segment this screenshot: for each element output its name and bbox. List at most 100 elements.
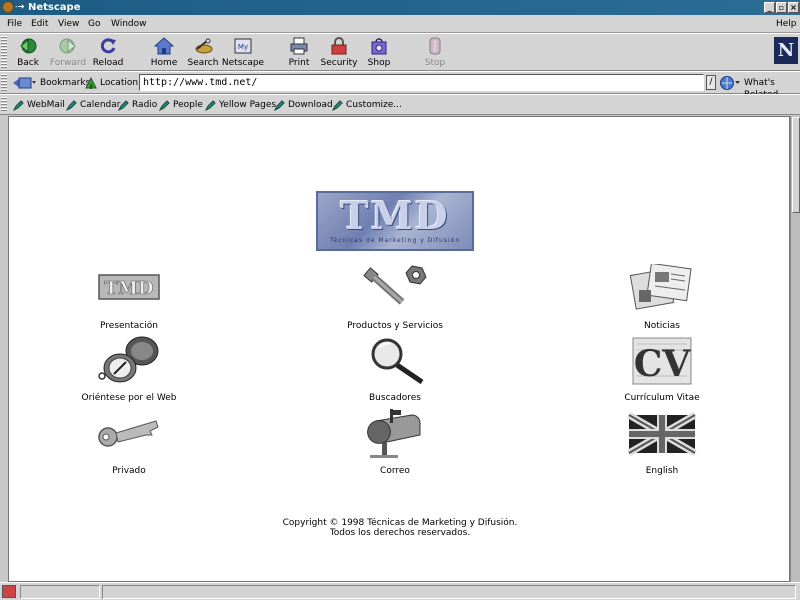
link-buscadores-label[interactable]: Buscadores bbox=[315, 392, 475, 404]
link-english-label[interactable]: English bbox=[582, 465, 742, 477]
bookmark-pen-icon bbox=[13, 100, 24, 111]
netscape-throbber-logo[interactable]: N bbox=[774, 37, 798, 64]
menu-window[interactable]: Window bbox=[111, 18, 147, 30]
compass-icon bbox=[98, 336, 159, 383]
menu-help[interactable]: Help bbox=[776, 18, 797, 30]
location-label: Location: bbox=[100, 78, 142, 88]
window-title: Netscape bbox=[28, 2, 81, 13]
link-presentacion-label[interactable]: Presentación bbox=[49, 320, 209, 332]
navigation-toolbar: Back Forward Reload Home Search My Netsc… bbox=[0, 33, 800, 71]
copyright-line-2: Todos los derechos reservados. bbox=[329, 528, 471, 538]
home-icon bbox=[154, 37, 174, 55]
personal-item-label: WebMail bbox=[27, 100, 65, 110]
reload-label: Reload bbox=[92, 58, 124, 68]
mailbox-icon bbox=[367, 409, 421, 458]
shop-label: Shop bbox=[367, 58, 391, 68]
link-privado-label[interactable]: Privado bbox=[49, 465, 209, 477]
link-orientese-web-label[interactable]: Oriéntese por el Web bbox=[49, 392, 209, 404]
netscape-icon: My bbox=[234, 38, 252, 54]
security-label: Security bbox=[320, 58, 358, 68]
print-label: Print bbox=[288, 58, 310, 68]
menu-go[interactable]: Go bbox=[88, 18, 100, 30]
netscape-label: Netscape bbox=[221, 58, 265, 68]
reload-button[interactable]: Reload bbox=[86, 36, 130, 70]
personal-item-calendar[interactable]: Calendar bbox=[66, 99, 120, 112]
personal-item-label: Customize... bbox=[346, 100, 402, 110]
copyright-notice: Copyright © 1998 Técnicas de Marketing y… bbox=[240, 518, 560, 538]
security-status-icon[interactable] bbox=[2, 585, 16, 598]
url-dropdown-button[interactable]: / bbox=[706, 75, 716, 90]
scrollbar-thumb[interactable] bbox=[792, 117, 800, 213]
personal-item-customize[interactable]: Customize... bbox=[332, 99, 402, 112]
back-button[interactable]: Back bbox=[6, 36, 50, 70]
bookmark-pen-icon bbox=[66, 100, 77, 111]
magnifying-glass-icon bbox=[371, 338, 424, 385]
bolt-and-nut-icon bbox=[363, 265, 427, 305]
key-icon bbox=[98, 420, 159, 447]
bookmark-pen-icon bbox=[332, 100, 343, 111]
stop-label: Stop bbox=[424, 58, 446, 68]
menu-edit[interactable]: Edit bbox=[31, 18, 48, 30]
location-toolbar-grip[interactable] bbox=[1, 74, 7, 91]
minimize-button[interactable]: _ bbox=[764, 2, 775, 13]
status-text-panel bbox=[102, 585, 796, 599]
window-menu-icon[interactable] bbox=[2, 1, 14, 13]
link-productos-servicios-label[interactable]: Productos y Servicios bbox=[315, 320, 475, 332]
page-content: TMD Técnicas de Marketing y Difusión TMD… bbox=[8, 116, 790, 582]
shop-button[interactable]: Shop bbox=[357, 36, 401, 70]
bookmark-pen-icon bbox=[118, 100, 129, 111]
url-input[interactable]: http://www.tmd.net/ bbox=[139, 74, 704, 91]
svg-text:CV: CV bbox=[634, 343, 692, 385]
forward-button[interactable]: Forward bbox=[46, 36, 90, 70]
personal-item-label: Calendar bbox=[80, 100, 121, 110]
netscape-logo-letter: N bbox=[777, 40, 795, 61]
stop-button[interactable]: Stop bbox=[413, 36, 457, 70]
link-curriculum-vitae-label[interactable]: Currículum Vitae bbox=[582, 392, 742, 404]
location-toolbar: Bookmarks Location: http://www.tmd.net/ … bbox=[0, 71, 800, 100]
personal-item-yellow-pages[interactable]: Yellow Pages bbox=[205, 99, 276, 112]
personal-item-people[interactable]: People bbox=[159, 99, 203, 112]
reload-icon bbox=[100, 38, 116, 54]
bookmark-pen-icon bbox=[159, 100, 170, 111]
shop-icon bbox=[371, 38, 387, 55]
personal-toolbar-grip[interactable] bbox=[1, 97, 7, 112]
print-button[interactable]: Print bbox=[277, 36, 321, 70]
newspapers-icon bbox=[629, 264, 692, 310]
menu-file[interactable]: File bbox=[7, 18, 22, 30]
tmd-small-logo-icon: TMD bbox=[98, 274, 160, 300]
personal-item-label: Download bbox=[288, 100, 333, 110]
vertical-scrollbar[interactable] bbox=[790, 116, 800, 582]
tmd-logo: TMD Técnicas de Marketing y Difusión bbox=[316, 191, 474, 251]
search-icon bbox=[195, 38, 213, 54]
link-correo-label[interactable]: Correo bbox=[315, 465, 475, 477]
maximize-button[interactable]: ▫ bbox=[776, 2, 787, 13]
progress-panel bbox=[20, 585, 100, 599]
page-proxy-icon[interactable] bbox=[84, 76, 98, 90]
bookmark-pen-icon bbox=[274, 100, 285, 111]
link-noticias-label[interactable]: Noticias bbox=[582, 320, 742, 332]
bookmark-pen-icon bbox=[205, 100, 216, 111]
personal-item-radio[interactable]: Radio bbox=[118, 99, 157, 112]
menu-view[interactable]: View bbox=[58, 18, 79, 30]
personal-item-webmail[interactable]: WebMail bbox=[13, 99, 65, 112]
bookmarks-icon[interactable] bbox=[12, 76, 36, 90]
whats-related-icon[interactable] bbox=[719, 75, 741, 91]
tmd-logo-text: TMD bbox=[340, 193, 450, 238]
status-bar bbox=[0, 582, 800, 600]
security-button[interactable]: Security bbox=[317, 36, 361, 70]
personal-item-download[interactable]: Download bbox=[274, 99, 333, 112]
close-button[interactable]: × bbox=[788, 2, 799, 13]
home-button[interactable]: Home bbox=[142, 36, 186, 70]
forward-label: Forward bbox=[49, 58, 87, 68]
personal-item-label: People bbox=[173, 100, 203, 110]
svg-text:My: My bbox=[238, 43, 248, 51]
svg-text:TMD: TMD bbox=[105, 278, 154, 299]
window-title-bar: -➜ Netscape _ ▫ × bbox=[0, 0, 800, 15]
menu-bar: File Edit View Go Window Help bbox=[0, 15, 800, 33]
search-button[interactable]: Search bbox=[181, 36, 225, 70]
title-bar-marks: -➜ bbox=[15, 2, 25, 11]
netscape-button[interactable]: My Netscape bbox=[221, 36, 265, 70]
bookmarks-label[interactable]: Bookmarks bbox=[40, 77, 90, 89]
home-label: Home bbox=[150, 58, 178, 68]
personal-item-label: Radio bbox=[132, 100, 158, 110]
